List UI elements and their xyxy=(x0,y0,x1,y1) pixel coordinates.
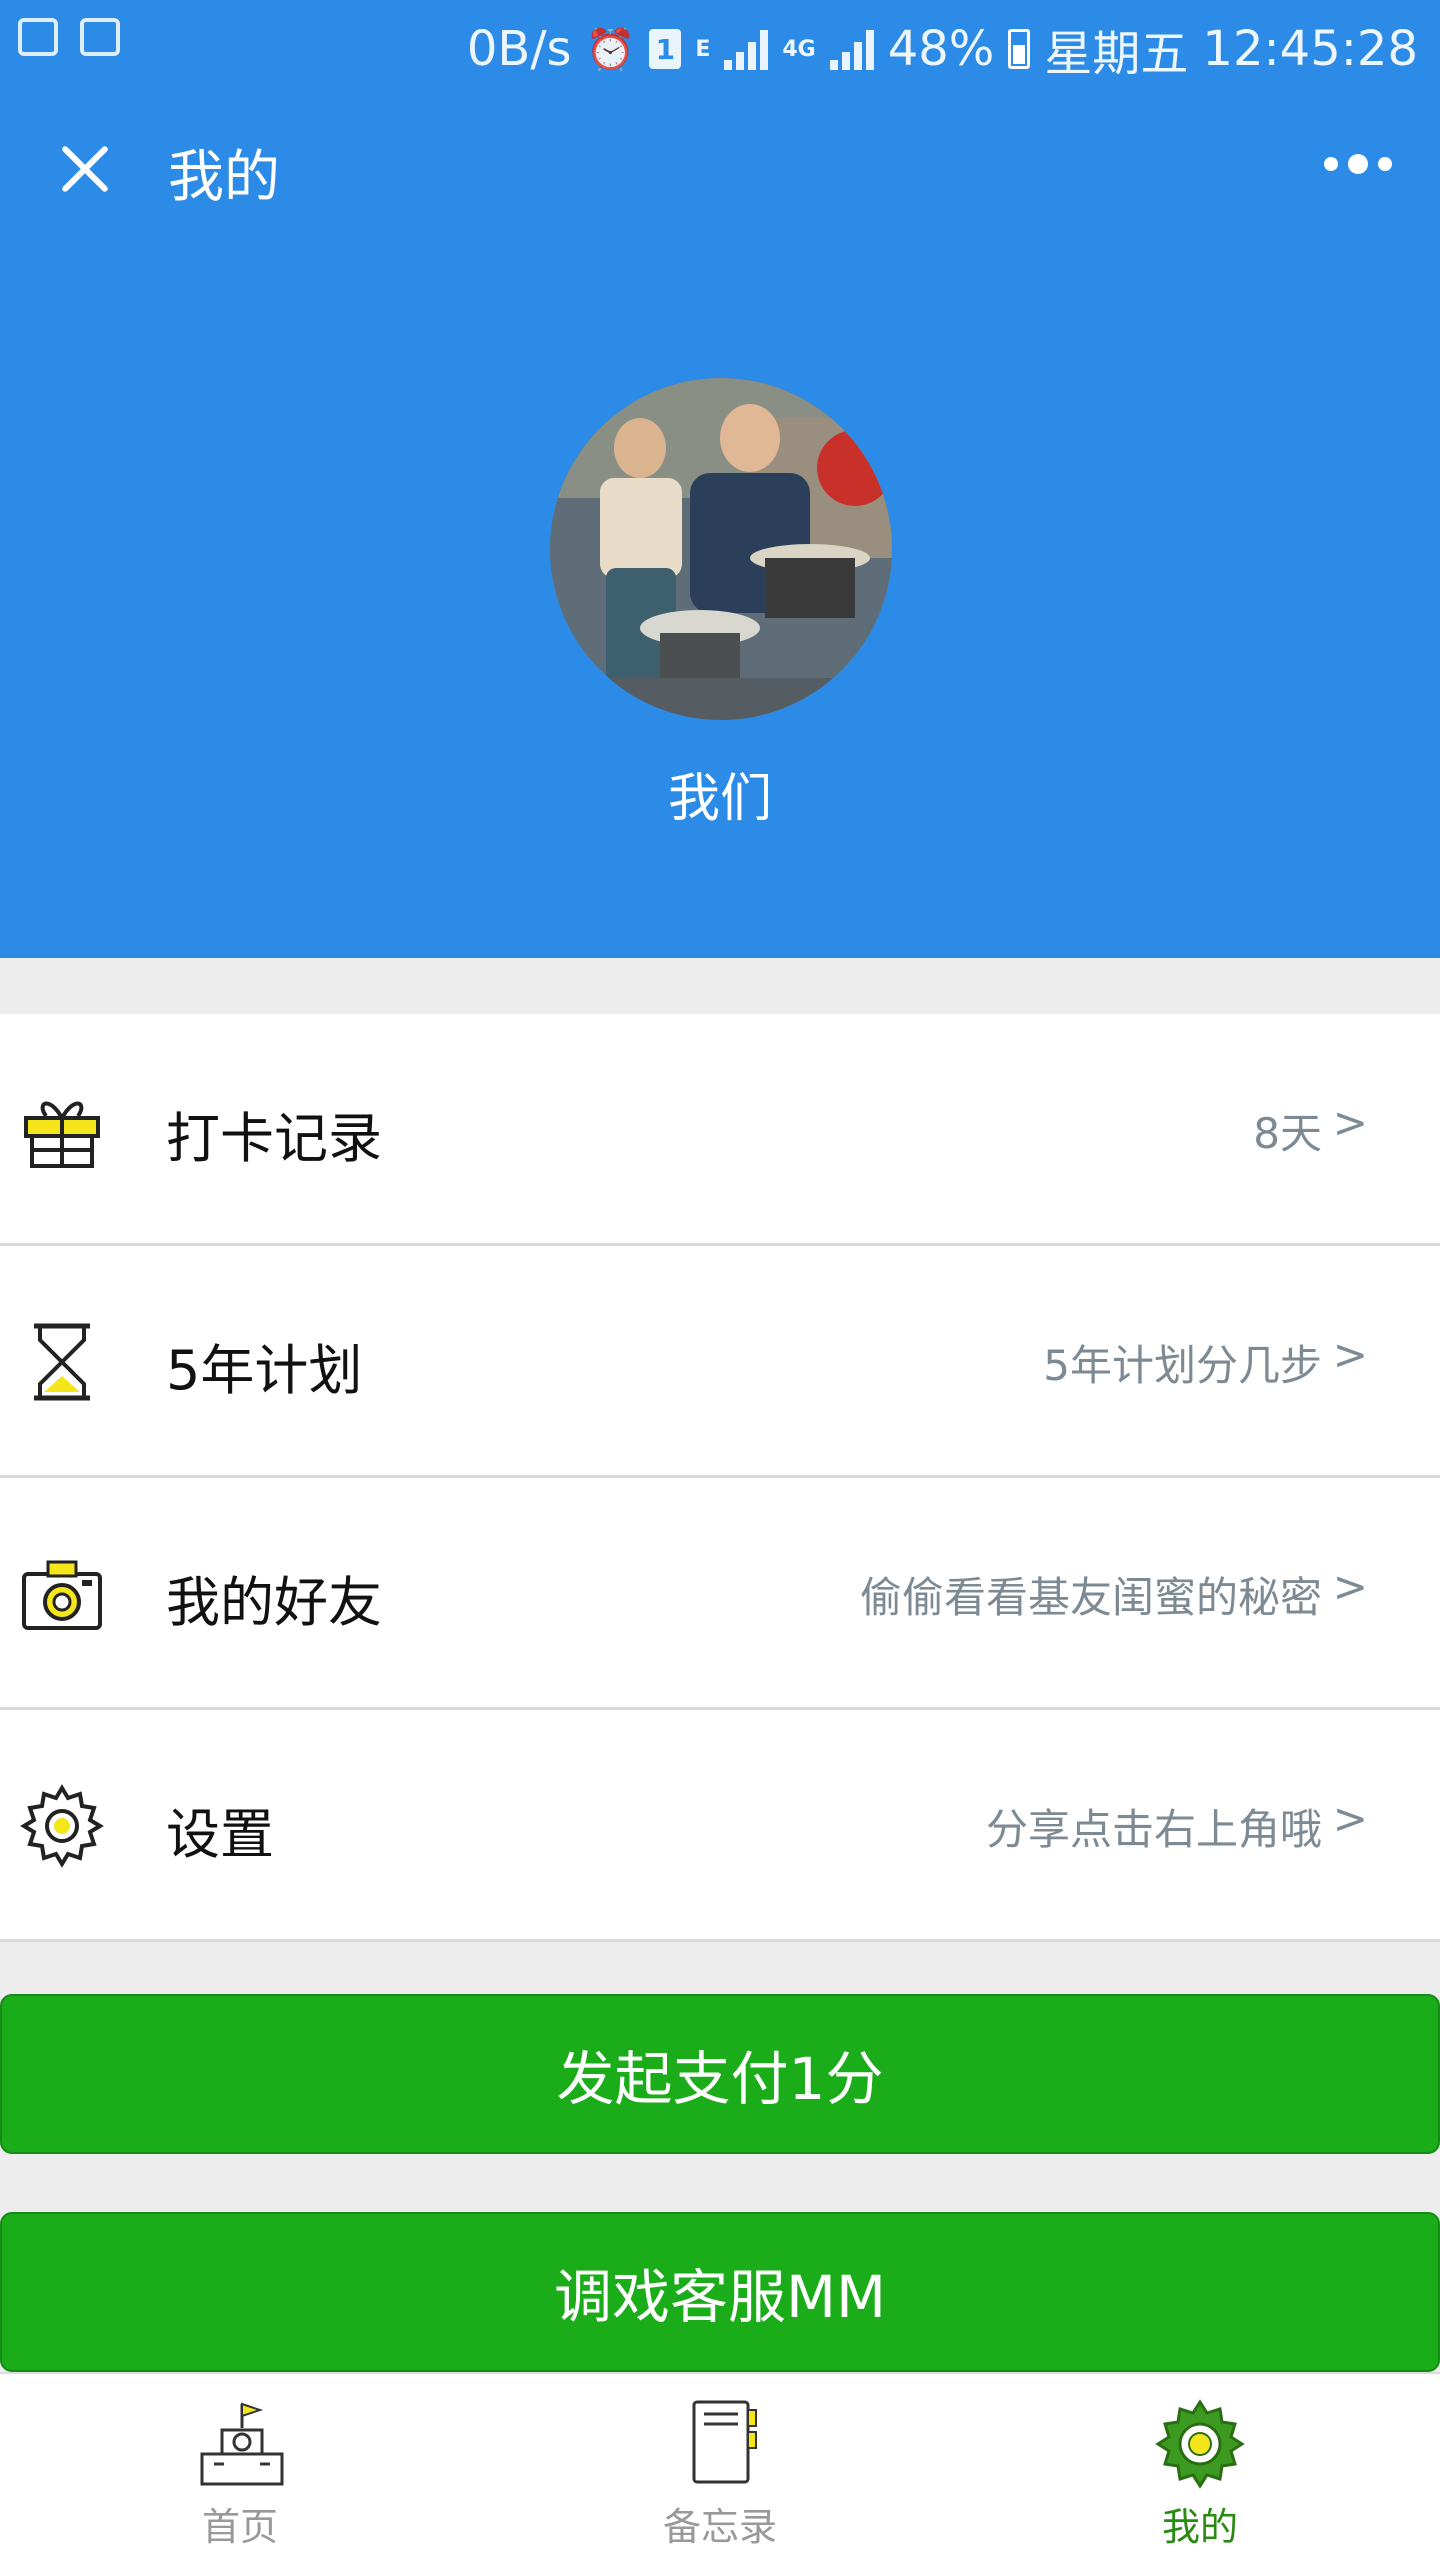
gear-icon xyxy=(1155,2399,1245,2489)
battery-icon xyxy=(1008,29,1031,69)
chevron-right-icon: > xyxy=(1332,1098,1368,1147)
menu-item-plan[interactable]: 5年计划 5年计划分几步 > xyxy=(0,1246,1440,1478)
menu-item-settings[interactable]: 设置 分享点击右上角哦 > xyxy=(0,1710,1440,1942)
notebook-icon xyxy=(692,2400,757,2484)
customer-service-button[interactable]: 调戏客服MM xyxy=(0,2212,1440,2372)
weekday: 星期五 xyxy=(1044,26,1189,82)
nav-bar: 我的 xyxy=(0,84,1440,256)
close-icon[interactable] xyxy=(50,134,120,204)
menu-item-label: 我的好友 xyxy=(166,1571,382,1634)
gift-icon xyxy=(24,1101,100,1168)
menu-item-value: 5年计划分几步 xyxy=(1043,1341,1322,1390)
clock: 12:45:28 xyxy=(1202,21,1418,77)
tab-label: 我的 xyxy=(1161,2505,1238,2549)
chevron-right-icon: > xyxy=(1332,1794,1368,1843)
tab-label: 备忘录 xyxy=(662,2505,777,2549)
page-title: 我的 xyxy=(168,145,280,210)
menu-item-label: 5年计划 xyxy=(166,1339,363,1402)
gallery-notification-icon xyxy=(18,18,58,56)
sim-indicator: 1 xyxy=(649,29,682,69)
network-4g-label: 4G xyxy=(782,36,816,62)
status-indicators: 0B/s ⏰ 1 E 4G 48% 星期五 12:45:28 xyxy=(467,14,1418,84)
camera-icon xyxy=(22,1560,102,1630)
profile-header: 我们 xyxy=(0,256,1440,958)
hourglass-icon xyxy=(34,1323,90,1401)
battery-percent: 48% xyxy=(887,21,995,77)
status-notifications xyxy=(18,18,120,56)
pay-button[interactable]: 发起支付1分 xyxy=(0,1994,1440,2154)
menu-item-value: 分享点击右上角哦 xyxy=(985,1805,1322,1854)
menu-item-value: 偷偷看看基友闺蜜的秘密 xyxy=(859,1573,1322,1622)
home-building-icon xyxy=(200,2402,284,2486)
net-speed: 0B/s xyxy=(466,21,572,77)
tab-label: 首页 xyxy=(201,2505,278,2549)
avatar[interactable] xyxy=(550,378,892,720)
tab-bar: 首页 备忘录 我的 xyxy=(0,2372,1440,2560)
menu-list: 打卡记录 8天 > 5年计划 5年计划分几步 > 我的好友 偷偷看看基友闺蜜的秘… xyxy=(0,1014,1440,1942)
chevron-right-icon: > xyxy=(1332,1330,1368,1379)
menu-item-checkin[interactable]: 打卡记录 8天 > xyxy=(0,1014,1440,1246)
mail-notification-icon xyxy=(80,18,120,56)
more-options-icon[interactable] xyxy=(1324,154,1392,174)
tab-mine[interactable]: 我的 xyxy=(960,2374,1440,2560)
network-e-label: E xyxy=(695,36,711,62)
alarm-icon: ⏰ xyxy=(585,26,636,73)
signal-icon xyxy=(724,28,769,70)
gear-icon xyxy=(20,1784,104,1868)
menu-item-value: 8天 xyxy=(1253,1109,1322,1158)
tab-home[interactable]: 首页 xyxy=(0,2374,480,2560)
signal-icon-2 xyxy=(829,28,874,70)
status-bar: 0B/s ⏰ 1 E 4G 48% 星期五 12:45:28 xyxy=(0,0,1440,84)
profile-name: 我们 xyxy=(667,769,772,829)
menu-item-label: 打卡记录 xyxy=(166,1107,382,1170)
tab-memo[interactable]: 备忘录 xyxy=(480,2374,960,2560)
chevron-right-icon: > xyxy=(1332,1562,1368,1611)
menu-item-friends[interactable]: 我的好友 偷偷看看基友闺蜜的秘密 > xyxy=(0,1478,1440,1710)
menu-item-label: 设置 xyxy=(166,1803,274,1866)
